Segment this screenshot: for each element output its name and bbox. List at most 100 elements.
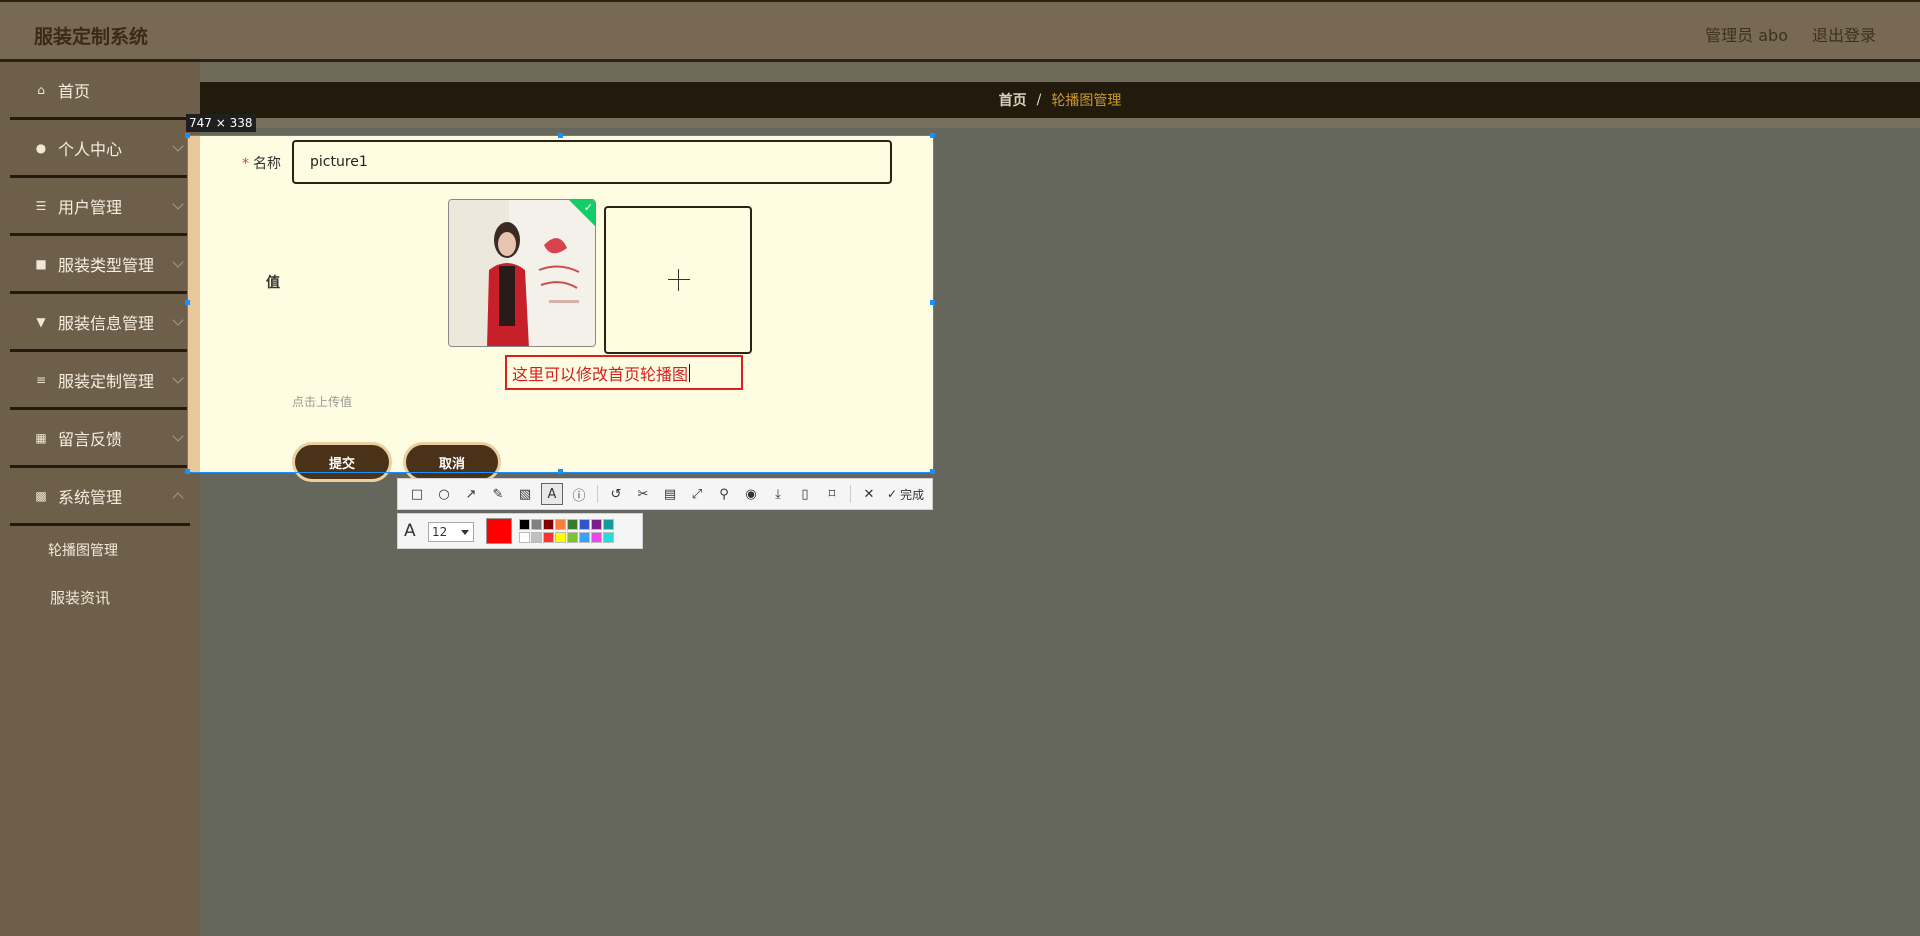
- sidebar-item-label: 服装类型管理: [58, 255, 155, 275]
- uploaded-image-thumbnail[interactable]: ✓: [448, 199, 596, 347]
- download-icon[interactable]: ⤓: [767, 483, 789, 505]
- sidebar-item-label: 服装定制管理: [58, 371, 155, 391]
- text-caret: [689, 363, 691, 382]
- sidebar-item-personal-center[interactable]: ● 个人中心: [10, 120, 190, 178]
- name-field-label: * 名称: [242, 153, 281, 173]
- arrow-icon[interactable]: ↗: [460, 483, 482, 505]
- capture-toolbar: □ ○ ↗ ✎ ▧ A ⓘ ↺ ✂ ▤ ⤢ ⚲ ◉ ⤓ ▯ ⌑ ✕ ✓ 完成: [397, 478, 933, 510]
- sidebar-item-clothing-info[interactable]: ▼ 服装信息管理: [10, 294, 190, 352]
- rectangle-icon[interactable]: □: [406, 483, 428, 505]
- toolbar-divider: [597, 485, 598, 503]
- current-color-swatch[interactable]: [486, 518, 512, 544]
- resize-handle-e[interactable]: [930, 300, 935, 305]
- color-swatch[interactable]: [555, 532, 566, 543]
- font-size-select[interactable]: 12: [428, 522, 474, 542]
- color-swatch[interactable]: [591, 519, 602, 530]
- capture-size-label: 747 × 338: [186, 114, 256, 132]
- resize-handle-ne[interactable]: [930, 133, 935, 138]
- fullscreen-icon[interactable]: ⤢: [686, 483, 708, 505]
- text-annotation[interactable]: 这里可以修改首页轮播图: [505, 355, 743, 390]
- header-right: 管理员 abo 退出登录: [1705, 22, 1876, 46]
- resize-handle-s[interactable]: [558, 469, 563, 474]
- chevron-down-icon: [172, 198, 184, 210]
- sidebar-item-home[interactable]: ⌂ 首页: [10, 62, 190, 120]
- color-swatch[interactable]: [603, 532, 614, 543]
- ellipse-icon[interactable]: ○: [433, 483, 455, 505]
- done-label: 完成: [900, 487, 925, 502]
- breadcrumb: 首页 / 轮播图管理: [200, 82, 1920, 118]
- mosaic-icon[interactable]: ▧: [514, 483, 536, 505]
- color-swatch[interactable]: [579, 519, 590, 530]
- bookmark-icon[interactable]: ⌑: [821, 483, 843, 505]
- text-icon[interactable]: A: [541, 483, 563, 505]
- resize-handle-nw[interactable]: [185, 133, 190, 138]
- color-swatch[interactable]: [543, 532, 554, 543]
- sidebar-item-clothing-type[interactable]: ■ 服装类型管理: [10, 236, 190, 294]
- breadcrumb-home[interactable]: 首页: [999, 90, 1027, 110]
- required-mark: *: [242, 156, 249, 172]
- chevron-up-icon: [172, 492, 184, 504]
- sidebar-item-customization[interactable]: ≡ 服装定制管理: [10, 352, 190, 410]
- pen-icon[interactable]: ✎: [487, 483, 509, 505]
- ocr-icon[interactable]: ▤: [659, 483, 681, 505]
- color-swatch[interactable]: [531, 532, 542, 543]
- close-icon[interactable]: ✕: [858, 483, 880, 505]
- sidebar-item-user-management[interactable]: ☰ 用户管理: [10, 178, 190, 236]
- chevron-down-icon: [172, 140, 184, 152]
- chevron-down-icon: [172, 372, 184, 384]
- resize-handle-se[interactable]: [930, 469, 935, 474]
- color-swatch[interactable]: [555, 519, 566, 530]
- sidebar-item-system[interactable]: ▩ 系统管理: [10, 468, 190, 526]
- sidebar: ⌂ 首页 ● 个人中心 ☰ 用户管理 ■ 服装类型管理 ▼ 服装信息管理 ≡ 服…: [0, 62, 200, 936]
- apps-icon: ▩: [35, 488, 47, 503]
- resize-handle-sw[interactable]: [185, 469, 190, 474]
- annotation-text: 这里可以修改首页轮播图: [512, 364, 689, 384]
- font-size-value: 12: [432, 525, 448, 539]
- user-icon: ●: [35, 140, 47, 155]
- record-icon[interactable]: ◉: [740, 483, 762, 505]
- top-header: 服装定制系统 管理员 abo 退出登录: [0, 0, 1920, 62]
- color-swatch[interactable]: [531, 519, 542, 530]
- name-label-text: 名称: [253, 156, 281, 172]
- plus-icon-vertical: [678, 269, 679, 291]
- sidebar-item-feedback[interactable]: ▦ 留言反馈: [10, 410, 190, 468]
- pin-icon[interactable]: ⚲: [713, 483, 735, 505]
- check-icon: ✓: [583, 201, 593, 214]
- chevron-down-icon: [172, 314, 184, 326]
- name-input[interactable]: picture1: [292, 140, 892, 184]
- color-swatch[interactable]: [579, 532, 590, 543]
- color-swatch[interactable]: [519, 519, 530, 530]
- toolbar-divider: [850, 485, 851, 503]
- color-swatch[interactable]: [543, 519, 554, 530]
- upload-trigger[interactable]: [604, 206, 752, 354]
- pin-icon: ▼: [36, 314, 46, 329]
- undo-icon[interactable]: ↺: [605, 483, 627, 505]
- color-swatch[interactable]: [603, 519, 614, 530]
- save-icon[interactable]: ▯: [794, 483, 816, 505]
- sidebar-subitem-carousel[interactable]: 轮播图管理: [48, 540, 118, 560]
- cancel-button[interactable]: 取消: [403, 442, 501, 482]
- color-swatch[interactable]: [567, 532, 578, 543]
- resize-handle-n[interactable]: [558, 133, 563, 138]
- color-swatch[interactable]: [567, 519, 578, 530]
- main-top-strip: [200, 62, 1920, 82]
- sidebar-item-label: 留言反馈: [58, 429, 123, 449]
- logout-link[interactable]: 退出登录: [1812, 22, 1876, 46]
- color-swatch[interactable]: [519, 532, 530, 543]
- list-icon: ≡: [35, 372, 47, 387]
- sidebar-item-label: 系统管理: [58, 487, 123, 507]
- chevron-down-icon: [172, 256, 184, 268]
- scissors-icon[interactable]: ✂: [632, 483, 654, 505]
- resize-handle-w[interactable]: [185, 300, 190, 305]
- done-button[interactable]: ✓ 完成: [887, 486, 924, 503]
- breadcrumb-current: 轮播图管理: [1051, 93, 1122, 109]
- number-icon[interactable]: ⓘ: [568, 483, 590, 505]
- home-icon: ⌂: [37, 82, 45, 97]
- submit-button[interactable]: 提交: [292, 442, 392, 482]
- value-field-label: 值: [266, 275, 280, 291]
- sidebar-subitem-news[interactable]: 服装资讯: [50, 587, 110, 608]
- grid-icon: ▦: [35, 430, 47, 445]
- font-icon: A: [404, 521, 416, 541]
- color-swatch[interactable]: [591, 532, 602, 543]
- breadcrumb-separator: /: [1036, 92, 1042, 108]
